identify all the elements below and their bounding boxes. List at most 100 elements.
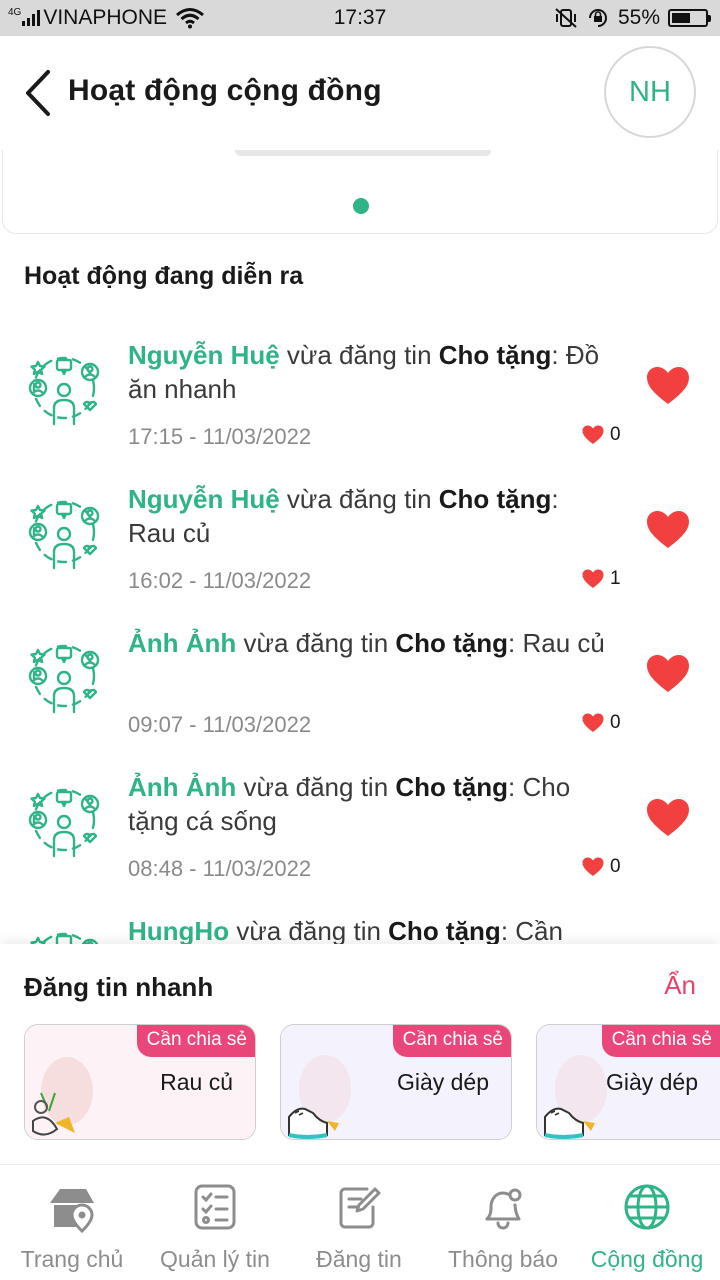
chevron-left-icon[interactable] xyxy=(20,68,60,118)
activity-connector: vừa đăng tin xyxy=(279,340,439,370)
activity-post-title[interactable]: Rau củ xyxy=(128,518,210,548)
community-icon xyxy=(24,632,104,716)
activity-list[interactable]: Nguyễn Huệ vừa đăng tin Cho tặng: Đồ ăn … xyxy=(0,320,720,944)
activity-separator: : xyxy=(508,772,523,802)
vegetables-image xyxy=(27,1051,113,1139)
like-count-value: 1 xyxy=(610,568,621,589)
activity-time: 08:48 - 11/03/2022 xyxy=(128,856,312,881)
checklist-icon xyxy=(189,1165,241,1238)
bottom-nav: Trang chủ Quản lý tin Đăng tin Thông báo Cộn… xyxy=(0,1164,720,1280)
activity-connector: vừa đăng tin xyxy=(279,484,439,514)
activity-connector: vừa đăng tin xyxy=(229,916,389,944)
quick-post-card[interactable]: Cần chia sẻ Rau củ xyxy=(24,1024,256,1140)
nav-label: Quản lý tin xyxy=(160,1246,270,1272)
activity-separator: : xyxy=(551,340,566,370)
carousel-dot-active[interactable] xyxy=(353,198,369,214)
activity-time: 16:02 - 11/03/2022 xyxy=(128,568,312,593)
activity-category: Cho tặng xyxy=(388,916,501,944)
activity-description: Nguyễn Huệ vừa đăng tin Cho tặng: Đồ ăn … xyxy=(128,338,608,406)
battery-icon xyxy=(668,9,711,27)
activity-post-title[interactable]: Rau củ xyxy=(522,628,604,658)
activity-user[interactable]: Nguyễn Huệ xyxy=(128,340,280,370)
activity-description: Ảnh Ảnh vừa đăng tin Cho tặng: Cho tặng … xyxy=(128,770,608,838)
rotation-lock-icon xyxy=(588,9,607,27)
bell-icon xyxy=(477,1165,529,1238)
hide-button[interactable]: Ẩn xyxy=(664,970,696,1001)
activity-time: 17:15 - 11/03/2022 xyxy=(128,424,312,449)
like-count-value: 0 xyxy=(610,712,621,733)
page-title: Hoạt động cộng đồng xyxy=(68,74,382,107)
activity-item[interactable]: Nguyễn Huệ vừa đăng tin Cho tặng: Đồ ăn … xyxy=(0,320,720,464)
quick-post-card[interactable]: Cần chia sẻ Giày dép xyxy=(280,1024,512,1140)
card-label: Rau củ xyxy=(160,1069,233,1095)
heart-small-icon xyxy=(582,713,604,733)
activity-description: HungHo vừa đăng tin Cho tặng: Cần xyxy=(128,914,608,944)
community-icon xyxy=(24,920,104,944)
activity-user[interactable]: Ảnh Ảnh xyxy=(128,772,236,802)
app-header: Hoạt động cộng đồng NH xyxy=(0,36,720,150)
activity-item[interactable]: HungHo vừa đăng tin Cho tặng: Cần xyxy=(0,896,720,944)
nav-item-2[interactable]: Quản lý tin xyxy=(143,1165,287,1280)
shoe-image xyxy=(283,1051,369,1139)
activity-description: Ảnh Ảnh vừa đăng tin Cho tặng: Rau củ xyxy=(128,626,608,660)
like-count: 0 xyxy=(582,424,621,446)
globe-icon xyxy=(621,1165,673,1238)
nav-label: Đăng tin xyxy=(316,1246,402,1272)
battery-percent: 55% xyxy=(617,6,660,29)
activity-post-title[interactable]: Cần xyxy=(515,916,563,944)
community-icon xyxy=(24,776,104,860)
card-tag: Cần chia sẻ xyxy=(392,1025,511,1057)
activity-separator: : xyxy=(500,916,516,944)
card-label: Giày dép xyxy=(396,1069,489,1095)
community-icon xyxy=(24,488,104,572)
quick-post-card[interactable]: Cần chia sẻ Giày dép xyxy=(536,1024,720,1140)
heart-small-icon xyxy=(582,569,604,589)
heart-small-icon xyxy=(582,425,604,445)
banner-carousel[interactable] xyxy=(2,150,718,234)
card-tag: Cần chia sẻ xyxy=(136,1025,255,1057)
activity-category: Cho tặng xyxy=(438,484,552,514)
activity-category: Cho tặng xyxy=(438,340,552,370)
like-count: 0 xyxy=(582,856,621,878)
activity-separator: : xyxy=(508,628,523,658)
activity-description: Nguyễn Huệ vừa đăng tin Cho tặng: Rau củ xyxy=(128,482,608,550)
card-label: Giày dép xyxy=(605,1069,698,1095)
card-tag: Cần chia sẻ xyxy=(601,1025,720,1057)
activity-time: 09:07 - 11/03/2022 xyxy=(128,712,312,737)
heart-icon[interactable] xyxy=(646,366,690,406)
nav-item-4[interactable]: Thông báo xyxy=(431,1165,575,1280)
status-right: 55% xyxy=(554,6,711,30)
community-icon xyxy=(24,344,104,428)
activity-connector: vừa đăng tin xyxy=(236,772,396,802)
heart-icon[interactable] xyxy=(646,654,690,694)
nav-item-3[interactable]: Đăng tin xyxy=(287,1165,431,1280)
heart-small-icon xyxy=(582,857,604,877)
activity-user[interactable]: Ảnh Ảnh xyxy=(128,628,236,658)
activity-category: Cho tặng xyxy=(395,628,509,658)
activity-item[interactable]: Nguyễn Huệ vừa đăng tin Cho tặng: Rau củ… xyxy=(0,464,720,608)
avatar[interactable]: NH xyxy=(604,46,696,138)
activity-user[interactable]: Nguyễn Huệ xyxy=(128,484,280,514)
nav-label: Trang chủ xyxy=(20,1246,124,1272)
nav-item-5[interactable]: Cộng đồng xyxy=(575,1165,719,1280)
nav-item-1[interactable]: Trang chủ xyxy=(0,1165,144,1280)
activity-user[interactable]: HungHo xyxy=(128,916,229,944)
like-count: 0 xyxy=(582,712,621,734)
vibrate-off-icon xyxy=(555,8,577,28)
activity-separator: : xyxy=(551,484,559,514)
activity-category: Cho tặng xyxy=(395,772,509,802)
like-count-value: 0 xyxy=(610,424,621,445)
heart-icon[interactable] xyxy=(646,510,690,550)
quick-post-title: Đăng tin nhanh xyxy=(24,972,214,1002)
activity-item[interactable]: Ảnh Ảnh vừa đăng tin Cho tặng: Rau củ 09:… xyxy=(0,608,720,752)
like-count-value: 0 xyxy=(610,856,621,877)
quick-post-panel: Đăng tin nhanh Ẩn Cần chia sẻ Rau củ Cần c… xyxy=(0,944,720,1164)
heart-icon[interactable] xyxy=(646,798,690,838)
status-bar: 4G VINAPHONE 17:37 55% xyxy=(0,0,720,36)
activity-connector: vừa đăng tin xyxy=(236,628,396,658)
activity-item[interactable]: Ảnh Ảnh vừa đăng tin Cho tặng: Cho tặng … xyxy=(0,752,720,896)
banner-image-edge xyxy=(235,150,491,156)
edit-document-icon xyxy=(333,1165,385,1238)
nav-label: Thông báo xyxy=(448,1246,558,1272)
nav-label: Cộng đồng xyxy=(590,1246,704,1272)
